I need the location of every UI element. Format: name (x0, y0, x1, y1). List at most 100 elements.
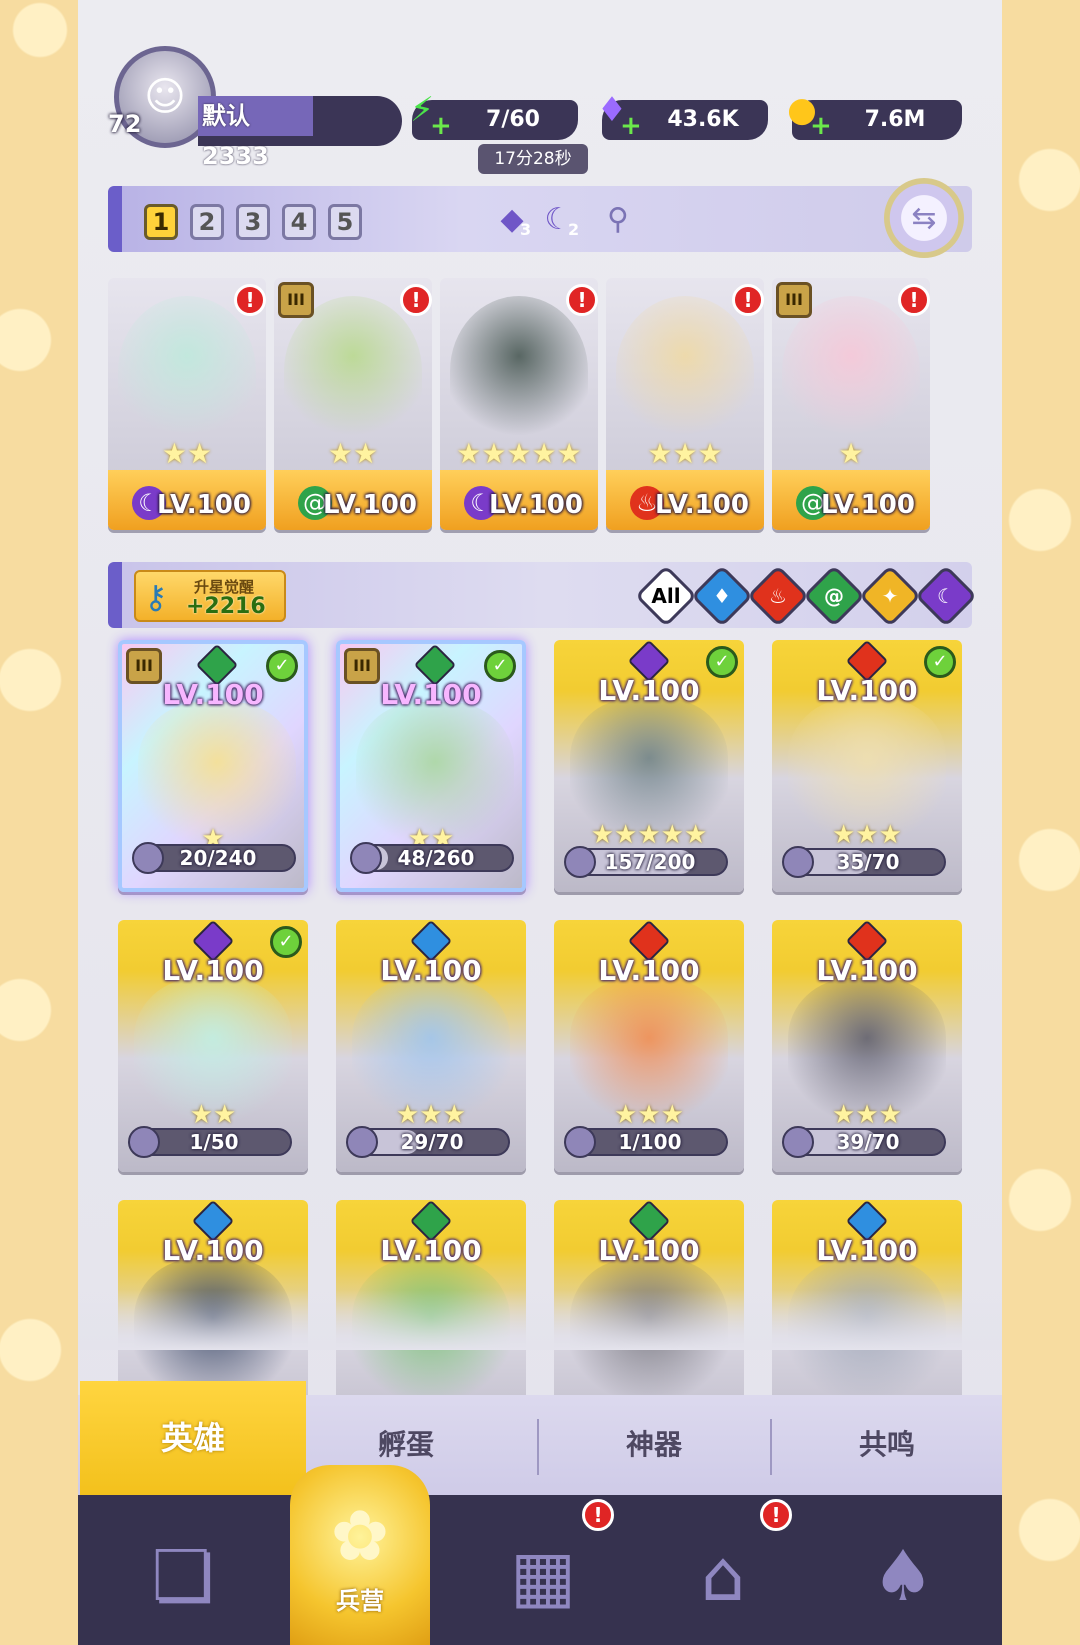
team-tab-4[interactable]: 4 (282, 204, 316, 240)
energy-timer: 17分28秒 (478, 144, 588, 174)
filter-all-button[interactable]: All (634, 564, 698, 628)
nav-barracks-label: 兵营 (336, 1586, 384, 1615)
awaken-button[interactable]: ⚷ 升星觉醒 +2216 (134, 570, 286, 622)
hero-card[interactable]: LV.100 ★★★ 29/70 (336, 920, 526, 1172)
player-name: 默认2333 (198, 96, 313, 170)
hero-card[interactable]: LV.100 III ✓ ★ 20/240 (118, 640, 308, 892)
light-icon: ✦ (881, 584, 899, 608)
gem-counter[interactable]: ♦ + 43.6K (597, 90, 768, 140)
shard-progress-text: 39/70 (836, 1130, 900, 1154)
hero-level: LV.100 (821, 490, 915, 520)
awaken-value: +2216 (186, 594, 266, 619)
shard-progress-text: 20/240 (179, 846, 257, 870)
hero-portrait (284, 296, 422, 446)
hero-portrait (450, 296, 588, 446)
star-rating: ★★★ (647, 437, 723, 470)
barracks-icon: ✿ (330, 1494, 390, 1577)
hero-level: LV.100 (380, 1234, 482, 1267)
shard-progress-bar: 48/260 (350, 842, 514, 874)
team-hero-card[interactable]: III! ★ @ LV.100 (772, 278, 930, 530)
map-icon: ▦ (509, 1535, 577, 1617)
hero-level: LV.100 (598, 1234, 700, 1267)
coin-counter[interactable]: ● + 7.6M (787, 90, 962, 140)
tab-resonance[interactable]: 共鸣 (772, 1395, 1002, 1495)
team-hero-card[interactable]: ! ★★★★★ ☾ LV.100 (440, 278, 598, 530)
check-icon: ✓ (706, 646, 738, 678)
hero-level: LV.100 (598, 674, 700, 707)
hero-card[interactable]: LV.100 ✓ ★★★ 35/70 (772, 640, 962, 892)
filter-water-button[interactable]: ♦ (690, 564, 754, 628)
nav-temple[interactable]: ⌂ (668, 1521, 778, 1631)
shard-progress-bar: 157/200 (564, 846, 728, 878)
check-icon: ✓ (270, 926, 302, 958)
hero-level: LV.100 (816, 674, 918, 707)
hero-level: LV.100 (655, 490, 749, 520)
player-level: 72 (108, 110, 142, 138)
team-tab-5[interactable]: 5 (328, 204, 362, 240)
grid-fade (78, 1290, 1002, 1350)
filter-wind-button[interactable]: @ (802, 564, 866, 628)
filter-all-label: All (651, 584, 681, 608)
filter-fire-button[interactable]: ♨ (746, 564, 810, 628)
tab-artifacts[interactable]: 神器 (538, 1395, 770, 1495)
add-gem-icon[interactable]: + (620, 113, 642, 139)
shard-progress-text: 48/260 (397, 846, 475, 870)
alert-badge: ! (898, 284, 930, 316)
purple-gem-count: 3 (520, 220, 532, 239)
dark-gem-count: 2 (568, 220, 580, 239)
star-rating: ★★ (327, 437, 379, 470)
shard-progress-bar: 1/100 (564, 1126, 728, 1158)
nav-map[interactable]: ▦ (488, 1521, 598, 1631)
team-hero-card[interactable]: III! ★★ @ LV.100 (274, 278, 432, 530)
dark-icon: ☾ (937, 584, 955, 608)
team-hero-card[interactable]: ! ★★★ ♨ LV.100 (606, 278, 764, 530)
team-swap-button[interactable]: ⇆ (884, 178, 964, 258)
search-icon[interactable]: ⚲ (598, 200, 638, 240)
energy-counter[interactable]: ⚡ + 7/60 (410, 90, 578, 140)
nav-mushroom[interactable]: ♠ (848, 1521, 958, 1631)
hero-card[interactable]: LV.100 ✓ ★★★★★ 157/200 (554, 640, 744, 892)
tab-heroes[interactable]: 英雄 (80, 1381, 306, 1495)
key-icon: ⚷ (144, 578, 168, 616)
check-icon: ✓ (924, 646, 956, 678)
team-tab-2[interactable]: 2 (190, 204, 224, 240)
nav-cards[interactable]: ❏ (128, 1521, 238, 1631)
hero-card[interactable]: LV.100 ✓ ★★ 1/50 (118, 920, 308, 1172)
hero-card[interactable]: LV.100 III ✓ ★★ 48/260 (336, 640, 526, 892)
temple-icon: ⌂ (700, 1535, 746, 1617)
star-rating: ★ (838, 437, 864, 470)
shard-progress-text: 35/70 (836, 850, 900, 874)
fire-icon: ♨ (769, 584, 787, 608)
swap-icon: ⇆ (911, 200, 937, 236)
alert-badge: ! (732, 284, 764, 316)
check-icon: ✓ (484, 650, 516, 682)
hero-filter-bar: ⚷ 升星觉醒 +2216 All ♦ ♨ @ ✦ ☾ (108, 562, 978, 628)
coin-value: 7.6M (864, 107, 926, 132)
hero-portrait (616, 296, 754, 446)
rank-badge: III (344, 648, 380, 684)
team-hero-card[interactable]: ! ★★ ☾ LV.100 (108, 278, 266, 530)
add-energy-icon[interactable]: + (430, 113, 452, 139)
team-tab-3[interactable]: 3 (236, 204, 270, 240)
hero-card[interactable]: LV.100 ★★★ 1/100 (554, 920, 744, 1172)
nav-barracks[interactable]: ✿ 兵营 (290, 1465, 430, 1645)
hero-level: LV.100 (489, 490, 583, 520)
section-tabs: 英雄 孵蛋 神器 共鸣 (78, 1381, 1002, 1495)
shard-progress-bar: 20/240 (132, 842, 296, 874)
hero-level: LV.100 (162, 1234, 264, 1267)
bottom-nav: ❏ ✿ 兵营 ▦ ! ⌂ ! ♠ (78, 1465, 1002, 1645)
rank-badge: III (126, 648, 162, 684)
filter-dark-button[interactable]: ☾ (914, 564, 978, 628)
player-name-plate[interactable]: 默认2333 (198, 96, 402, 170)
shard-progress-bar: 1/50 (128, 1126, 292, 1158)
map-alert-badge: ! (582, 1499, 614, 1531)
hero-level: LV.100 (816, 954, 918, 987)
team-tab-1[interactable]: 1 (144, 204, 178, 240)
cards-icon: ❏ (151, 1535, 215, 1617)
temple-alert-badge: ! (760, 1499, 792, 1531)
hero-card[interactable]: LV.100 ★★★ 39/70 (772, 920, 962, 1172)
alert-badge: ! (566, 284, 598, 316)
filter-light-button[interactable]: ✦ (858, 564, 922, 628)
add-coin-icon[interactable]: + (810, 113, 832, 139)
gem-value: 43.6K (667, 107, 739, 132)
